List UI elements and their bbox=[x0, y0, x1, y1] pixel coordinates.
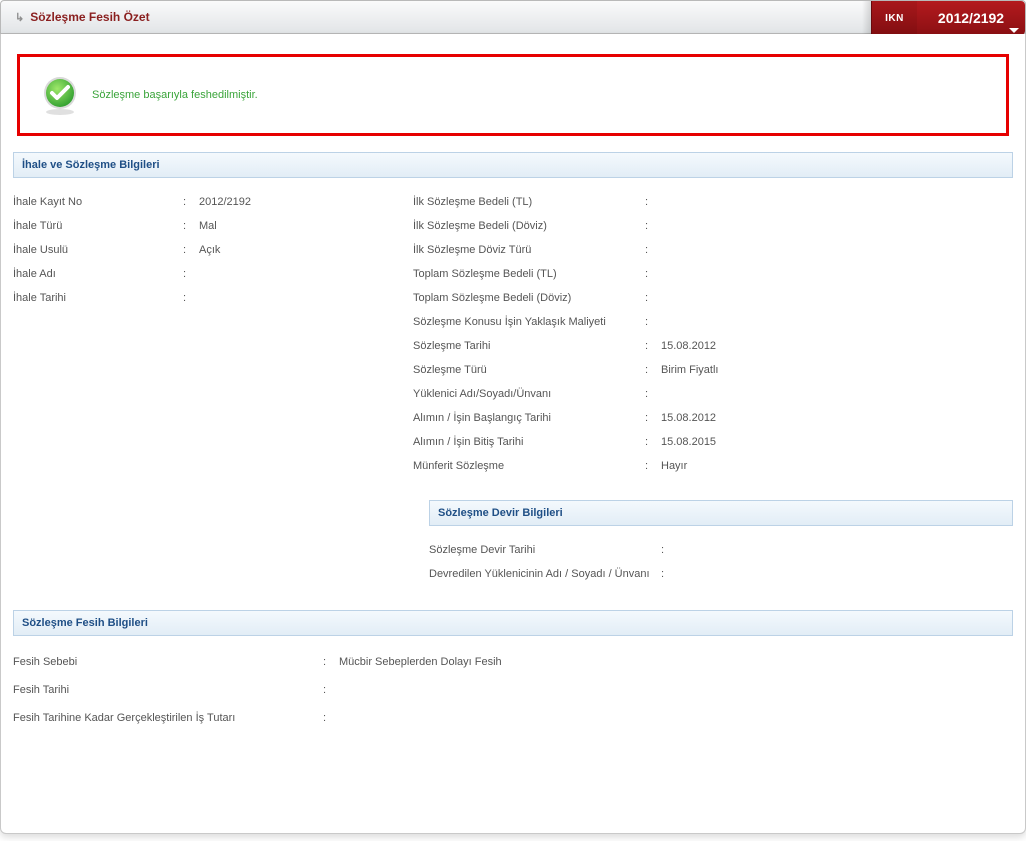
page-title: Sözleşme Fesih Özet bbox=[30, 10, 149, 24]
row-ihale-kayit-no: İhale Kayıt No : 2012/2192 bbox=[13, 190, 383, 214]
row-ihale-adi: İhale Adı : bbox=[13, 262, 383, 286]
label: İhale Kayıt No bbox=[13, 196, 183, 208]
row-toplam-tl: Toplam Sözleşme Bedeli (TL) : bbox=[413, 262, 1013, 286]
row-ihale-tarihi: İhale Tarihi : bbox=[13, 286, 383, 310]
content: Sözleşme başarıyla feshedilmiştir. İhale… bbox=[0, 34, 1026, 834]
value: 2012/2192 bbox=[199, 196, 383, 208]
row-bitis: Alımın / İşin Bitiş Tarihi : 15.08.2015 bbox=[413, 430, 1013, 454]
row-soz-turu: Sözleşme Türü : Birim Fiyatlı bbox=[413, 358, 1013, 382]
row-yuklenici: Yüklenici Adı/Soyadı/Ünvanı : bbox=[413, 382, 1013, 406]
ihale-left-col: İhale Kayıt No : 2012/2192 İhale Türü : … bbox=[13, 190, 383, 596]
chevron-down-icon bbox=[1009, 28, 1019, 33]
ikn-value: 2012/2192 bbox=[938, 10, 1004, 26]
row-yaklasik: Sözleşme Konusu İşin Yaklaşık Maliyeti : bbox=[413, 310, 1013, 334]
breadcrumb-arrow-icon: ↳ bbox=[15, 11, 24, 24]
page: ↳ Sözleşme Fesih Özet IKN 2012/2192 bbox=[0, 0, 1026, 834]
row-ilk-doviz: İlk Sözleşme Bedeli (Döviz) : bbox=[413, 214, 1013, 238]
page-title-wrap: ↳ Sözleşme Fesih Özet bbox=[1, 1, 150, 33]
row-ihale-turu: İhale Türü : Mal bbox=[13, 214, 383, 238]
row-soz-tarih: Sözleşme Tarihi : 15.08.2012 bbox=[413, 334, 1013, 358]
fesih-rows: Fesih Sebebi : Mücbir Sebeplerden Dolayı… bbox=[13, 648, 1013, 732]
success-message: Sözleşme başarıyla feshedilmiştir. bbox=[92, 89, 258, 101]
row-fesih-tarih: Fesih Tarihi : bbox=[13, 676, 1013, 704]
title-bar: ↳ Sözleşme Fesih Özet IKN 2012/2192 bbox=[0, 0, 1026, 34]
section-header-fesih: Sözleşme Fesih Bilgileri bbox=[13, 610, 1013, 636]
ihale-right-col: İlk Sözleşme Bedeli (TL) : İlk Sözleşme … bbox=[413, 190, 1013, 596]
row-ilk-tl: İlk Sözleşme Bedeli (TL) : bbox=[413, 190, 1013, 214]
devir-block: Sözleşme Devir Bilgileri Sözleşme Devir … bbox=[413, 500, 1013, 586]
row-fesih-tutar: Fesih Tarihine Kadar Gerçekleştirilen İş… bbox=[13, 704, 1013, 732]
row-devredilen: Devredilen Yüklenicinin Adı / Soyadı / Ü… bbox=[429, 562, 1013, 586]
section-header-ihale: İhale ve Sözleşme Bilgileri bbox=[13, 152, 1013, 178]
row-fesih-sebep: Fesih Sebebi : Mücbir Sebeplerden Dolayı… bbox=[13, 648, 1013, 676]
row-ihale-usulu: İhale Usulü : Açık bbox=[13, 238, 383, 262]
ikn-value-box[interactable]: 2012/2192 bbox=[917, 1, 1025, 35]
row-baslangic: Alımın / İşin Başlangıç Tarihi : 15.08.2… bbox=[413, 406, 1013, 430]
success-alert: Sözleşme başarıyla feshedilmiştir. bbox=[17, 54, 1009, 136]
section-header-devir: Sözleşme Devir Bilgileri bbox=[429, 500, 1013, 526]
row-munferit: Münferit Sözleşme : Hayır bbox=[413, 454, 1013, 478]
success-check-icon bbox=[40, 75, 80, 115]
ikn-badge[interactable]: IKN 2012/2192 bbox=[871, 1, 1025, 35]
row-toplam-doviz: Toplam Sözleşme Bedeli (Döviz) : bbox=[413, 286, 1013, 310]
ihale-columns: İhale Kayıt No : 2012/2192 İhale Türü : … bbox=[13, 190, 1013, 596]
row-ilk-doviz-turu: İlk Sözleşme Döviz Türü : bbox=[413, 238, 1013, 262]
row-devir-tarih: Sözleşme Devir Tarihi : bbox=[429, 538, 1013, 562]
ikn-label: IKN bbox=[885, 13, 904, 24]
ikn-label-box: IKN bbox=[871, 1, 917, 35]
